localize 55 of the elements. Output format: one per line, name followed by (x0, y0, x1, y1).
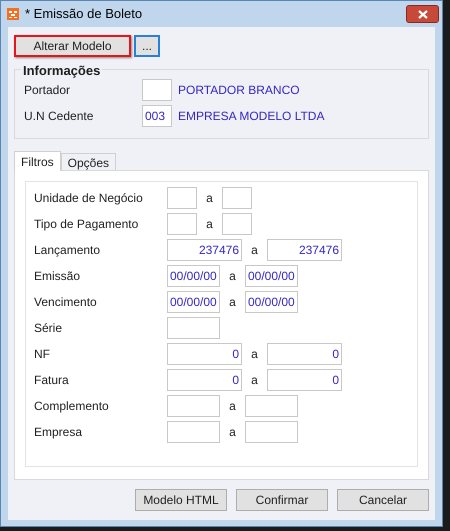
input-field[interactable] (167, 421, 220, 443)
field-label: Unidade de Negócio (34, 190, 144, 207)
close-button[interactable] (406, 5, 439, 23)
range-separator: a (205, 216, 214, 233)
input-field[interactable]: 0 (267, 369, 342, 391)
input-field[interactable]: 00/00/00 (167, 291, 220, 313)
range-separator: a (228, 268, 237, 285)
input-field[interactable]: 237476 (167, 239, 242, 261)
dialog-button[interactable]: Modelo HTML (135, 489, 227, 511)
field-label: NF (34, 346, 51, 363)
input-field[interactable] (167, 187, 197, 209)
input-field[interactable] (142, 79, 172, 101)
field-label: Emissão (34, 268, 82, 285)
change-model-button[interactable]: Alterar Modelo (14, 35, 131, 57)
range-separator: a (205, 190, 214, 207)
window-title: * Emissão de Boleto (25, 5, 144, 24)
field-label: Série (34, 320, 64, 337)
app-logo-icon (7, 8, 19, 20)
input-field[interactable] (167, 317, 220, 339)
field-label: Empresa (34, 424, 84, 441)
input-field[interactable] (245, 395, 298, 417)
input-field[interactable]: 0 (167, 343, 242, 365)
input-field[interactable]: 00/00/00 (167, 265, 220, 287)
range-separator: a (228, 294, 237, 311)
tab[interactable]: Filtros (14, 151, 61, 171)
input-field[interactable] (222, 187, 252, 209)
field-label: Fatura (34, 372, 70, 389)
input-field[interactable] (222, 213, 252, 235)
range-separator: a (250, 346, 259, 363)
field-label: U.N Cedente (24, 108, 94, 125)
input-field[interactable] (167, 395, 220, 417)
description-text: EMPRESA MODELO LTDA (178, 108, 324, 125)
field-label: Portador (24, 82, 72, 99)
close-icon (418, 10, 428, 18)
input-field[interactable] (245, 421, 298, 443)
input-field[interactable] (167, 213, 197, 235)
dialog-button[interactable]: Confirmar (236, 489, 328, 511)
field-label: Tipo de Pagamento (34, 216, 140, 233)
input-field[interactable]: 00/00/00 (245, 291, 298, 313)
input-field[interactable]: 00/00/00 (245, 265, 298, 287)
input-field[interactable]: 003 (142, 105, 172, 127)
dialog-button[interactable]: Cancelar (337, 489, 429, 511)
range-separator: a (250, 242, 259, 259)
tab[interactable]: Opções (60, 153, 116, 170)
browse-button[interactable]: ... (134, 35, 160, 57)
input-field[interactable]: 0 (267, 343, 342, 365)
description-text: PORTADOR BRANCO (178, 82, 300, 99)
input-field[interactable]: 0 (167, 369, 242, 391)
range-separator: a (228, 398, 237, 415)
field-label: Complemento (34, 398, 110, 415)
field-label: Vencimento (34, 294, 98, 311)
field-label: Lançamento (34, 242, 102, 259)
range-separator: a (228, 424, 237, 441)
input-field[interactable]: 237476 (267, 239, 342, 261)
range-separator: a (250, 372, 259, 389)
